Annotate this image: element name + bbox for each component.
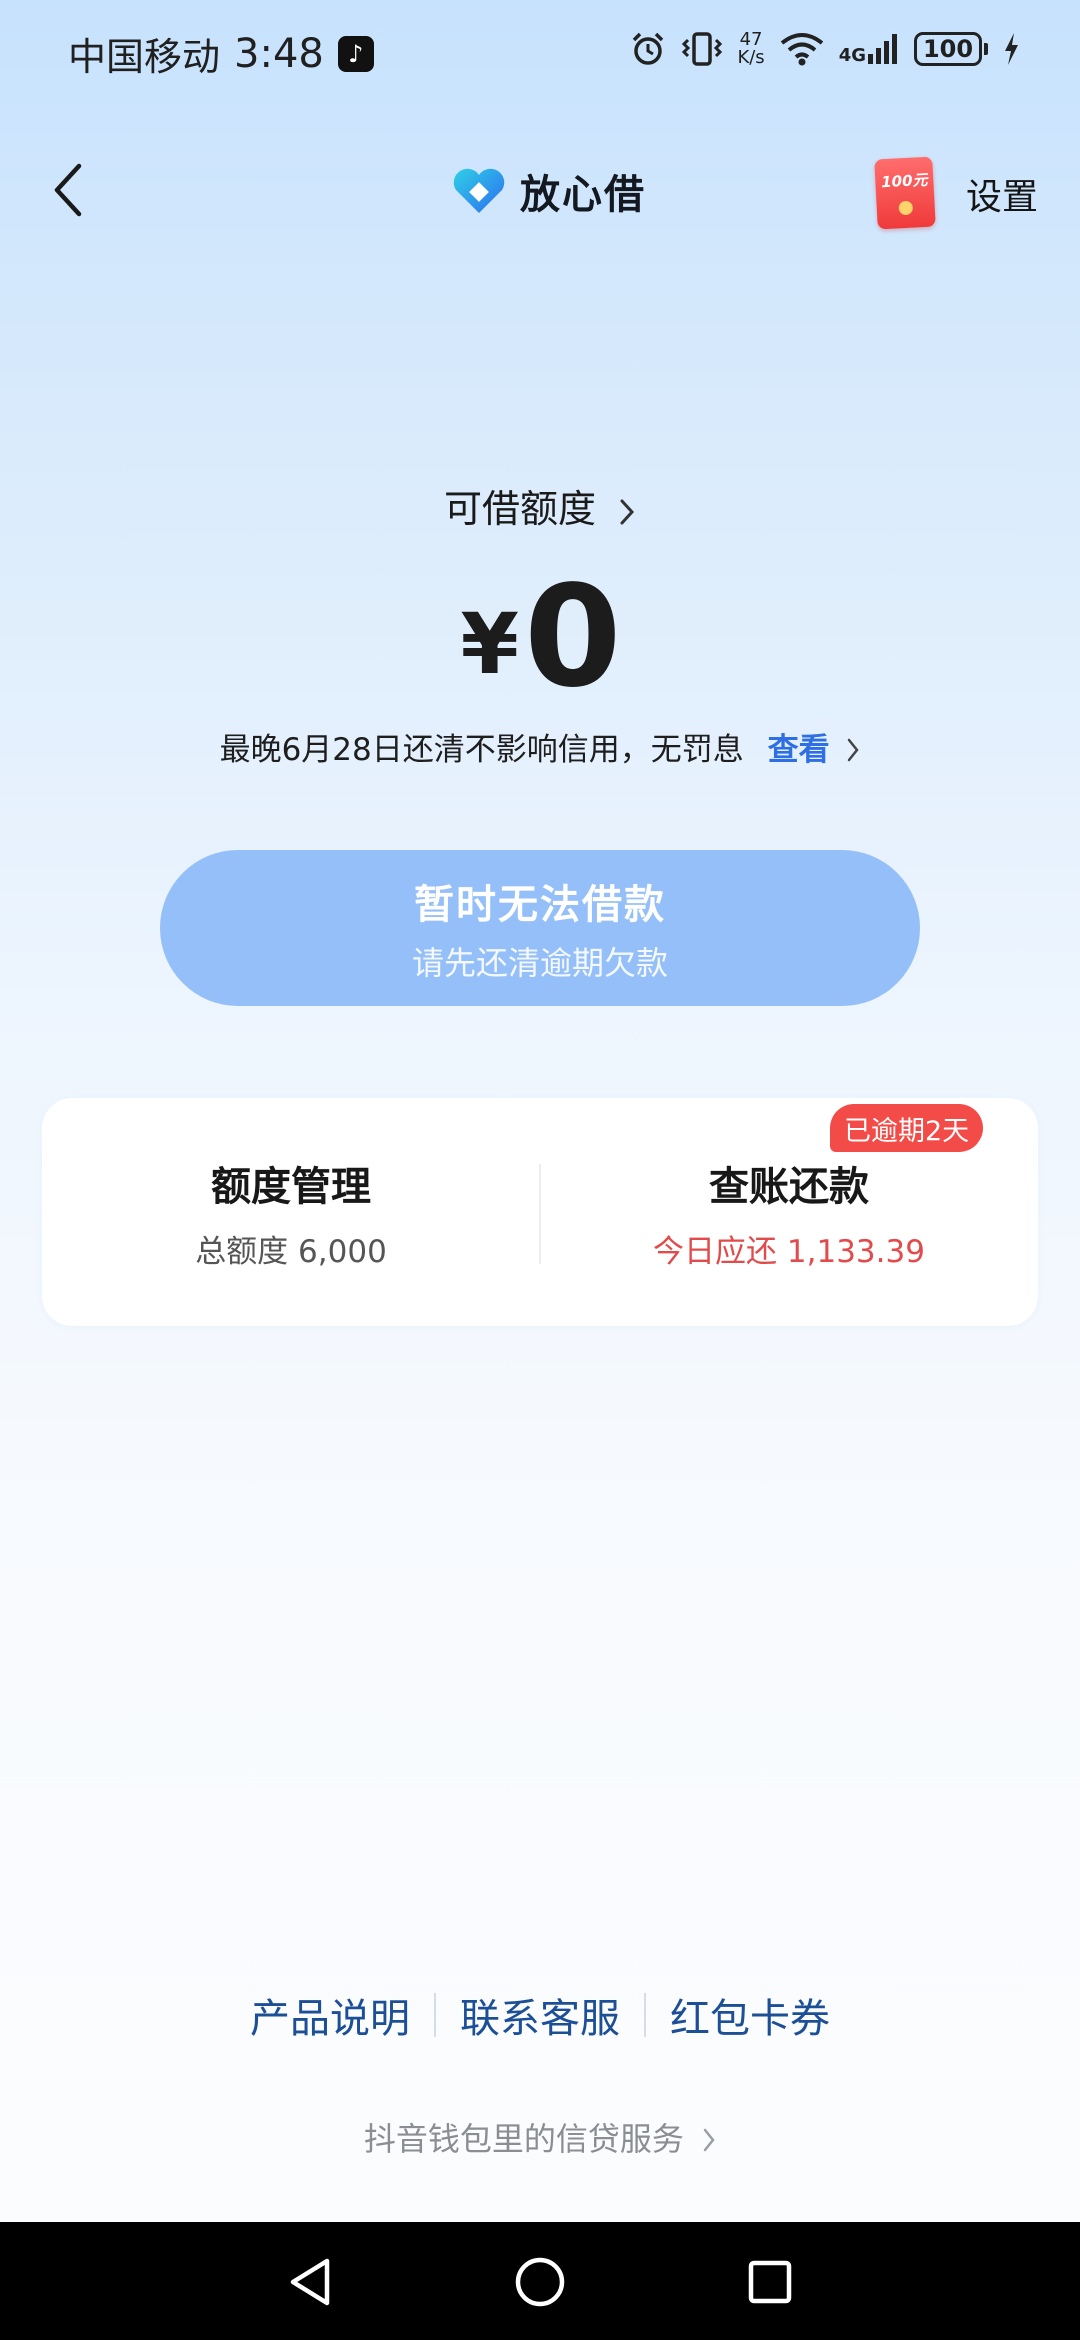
nav-recents-button[interactable]	[740, 2252, 800, 2312]
settings-button[interactable]: 设置	[966, 168, 1038, 220]
alarm-icon	[633, 32, 664, 65]
coupons-link[interactable]: 红包卡券	[646, 1986, 854, 2044]
footer-links: 产品说明 联系客服 红包卡券	[0, 1986, 1080, 2044]
red-packet-label: 100元	[880, 170, 928, 192]
wifi-icon	[780, 33, 823, 66]
cell-signal: 4G	[839, 32, 900, 66]
chevron-left-icon	[54, 163, 82, 217]
notice-text: 最晚6月28日还清不影响信用，无罚息	[219, 732, 744, 768]
signal-icon	[868, 34, 897, 64]
status-left: 中国移动 3:48 ♪	[68, 26, 374, 81]
back-button[interactable]	[36, 158, 100, 222]
service-note-link[interactable]: 抖音钱包里的信贷服务	[0, 2114, 1080, 2160]
customer-service-link[interactable]: 联系客服	[436, 1986, 644, 2044]
network-type: 4G	[838, 45, 866, 66]
status-bar: 中国移动 3:48 ♪ 47 K/s 4G 100	[0, 0, 1080, 104]
brand: 放心借	[450, 162, 646, 220]
heart-logo-icon	[453, 168, 505, 213]
carrier-label: 中国移动	[68, 35, 221, 79]
system-nav-bar	[0, 2222, 1080, 2340]
circle-home-icon	[515, 2257, 565, 2307]
bill-repayment-title: 查账还款	[709, 1163, 869, 1210]
credit-title-link[interactable]: 可借额度	[0, 478, 1080, 533]
net-speed-unit: K/s	[737, 47, 765, 68]
borrow-button-title: 暂时无法借款	[414, 882, 666, 928]
header: 放心借 100元 设置	[0, 140, 1080, 240]
status-right: 47 K/s 4G 100	[629, 30, 1020, 68]
available-amount: 0	[524, 556, 621, 719]
charging-icon	[1005, 33, 1018, 65]
currency-symbol: ¥	[460, 595, 519, 693]
service-note: 抖音钱包里的信贷服务	[363, 2120, 684, 2158]
red-packet-icon[interactable]: 100元	[874, 156, 936, 230]
credit-title: 可借额度	[443, 487, 596, 531]
battery-level: 100	[914, 32, 982, 66]
credit-amount: ¥ 0	[0, 556, 1080, 719]
app-title: 放心借	[520, 172, 646, 218]
borrow-button[interactable]: 暂时无法借款 请先还清逾期欠款	[160, 850, 920, 1006]
nav-home-button[interactable]	[510, 2252, 570, 2312]
overdue-badge: 已逾期2天	[830, 1104, 984, 1152]
tiktok-icon: ♪	[337, 35, 374, 72]
chevron-right-icon	[703, 2128, 715, 2152]
triangle-back-icon	[290, 2258, 330, 2306]
borrow-button-subtitle: 请先还清逾期欠款	[411, 944, 668, 982]
credit-management-title: 额度管理	[211, 1163, 371, 1210]
net-speed: 47 K/s	[737, 31, 764, 67]
total-credit-label: 总额度 6,000	[195, 1233, 387, 1270]
square-recents-icon	[748, 2260, 792, 2304]
vibrate-icon	[682, 32, 723, 66]
view-link[interactable]: 查看	[768, 732, 861, 768]
red-packet-seal	[898, 200, 914, 216]
clock: 3:48	[234, 30, 324, 77]
product-info-link[interactable]: 产品说明	[226, 1986, 434, 2044]
nav-back-button[interactable]	[280, 2252, 340, 2312]
view-label: 查看	[767, 732, 830, 768]
due-today-label: 今日应还 1,133.39	[653, 1233, 925, 1270]
repayment-notice: 最晚6月28日还清不影响信用，无罚息 查看	[0, 724, 1080, 769]
chevron-right-icon	[848, 738, 860, 762]
credit-management-button[interactable]: 额度管理 总额度 6,000	[42, 1098, 540, 1326]
chevron-right-icon	[620, 499, 635, 524]
battery-indicator: 100	[914, 32, 988, 66]
battery-tip	[984, 43, 988, 55]
